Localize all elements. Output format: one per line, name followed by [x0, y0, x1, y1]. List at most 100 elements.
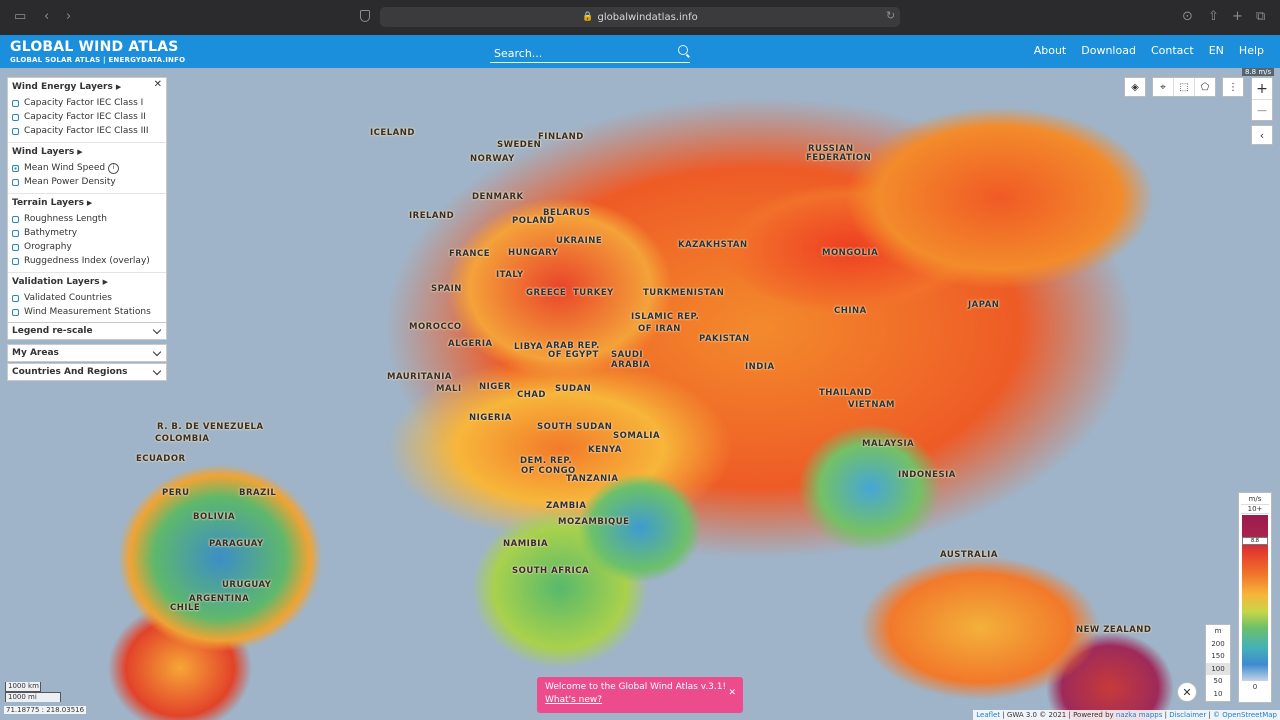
checkbox[interactable] — [12, 294, 19, 302]
reload-icon[interactable]: ↻ — [886, 9, 895, 22]
nav-about[interactable]: About — [1034, 44, 1067, 57]
nav-language[interactable]: EN — [1209, 44, 1224, 57]
nazka-link[interactable]: nazka mapps — [1116, 711, 1163, 719]
map-label: MOZAMBIQUE — [558, 517, 630, 527]
map-label: TANZANIA — [566, 474, 619, 484]
draw-rectangle-icon[interactable]: ⬚ — [1173, 78, 1194, 96]
layer-option[interactable]: Validated Countries — [12, 291, 162, 305]
wind-speed-map[interactable]: ICELAND FINLAND SWEDEN NORWAY RUSSIAN FEDERAT… — [0, 68, 1280, 720]
layer-option[interactable]: Orography — [12, 240, 162, 254]
height-option[interactable]: 200 — [1206, 638, 1230, 651]
privacy-shield-icon[interactable] — [360, 10, 370, 22]
my-areas-dropdown[interactable]: My Areas — [7, 344, 167, 362]
legend-rescale-dropdown[interactable]: Legend re-scale — [7, 322, 167, 340]
close-icon: ✕ — [1182, 685, 1192, 699]
option-label: Bathymetry — [24, 228, 78, 238]
checkbox[interactable] — [12, 257, 19, 265]
map-label: SOUTH SUDAN — [537, 422, 613, 432]
section-title[interactable]: Validation Layers ▶ — [12, 277, 162, 287]
height-option-selected[interactable]: 100 — [1206, 662, 1230, 675]
close-icon[interactable]: ✕ — [154, 79, 162, 90]
download-icon[interactable]: ⊙ — [1182, 9, 1193, 24]
checkbox[interactable] — [12, 229, 19, 237]
checkbox[interactable] — [12, 127, 19, 135]
close-button[interactable]: ✕ — [1177, 682, 1197, 702]
draw-tools: ⌖ ⬚ ⬠ — [1152, 77, 1216, 97]
map-label: BOLIVIA — [193, 512, 236, 522]
height-option[interactable]: 10 — [1206, 688, 1230, 701]
countries-regions-dropdown[interactable]: Countries And Regions — [7, 363, 167, 381]
more-options-icon[interactable]: ⋮ — [1223, 78, 1243, 96]
checkbox[interactable] — [12, 308, 19, 316]
brand-subtitle[interactable]: GLOBAL SOLAR ATLAS | ENERGYDATA.INFO — [10, 56, 185, 64]
map-label: HUNGARY — [508, 248, 559, 258]
checkbox[interactable] — [12, 215, 19, 223]
layer-option[interactable]: Wind Measurement Stations — [12, 305, 162, 319]
checkbox[interactable] — [12, 113, 19, 121]
expand-icon: ▶ — [102, 278, 109, 286]
layer-option[interactable]: Mean Power Density — [12, 175, 162, 189]
layer-option[interactable]: Capacity Factor IEC Class II — [12, 110, 162, 124]
map-label: DENMARK — [472, 192, 524, 202]
disclaimer-link[interactable]: Disclaimer — [1169, 711, 1206, 719]
map-label: UKRAINE — [556, 236, 603, 246]
map-label: LIBYA — [514, 342, 544, 352]
powered-by: Powered by — [1073, 711, 1114, 719]
checkbox[interactable] — [12, 243, 19, 251]
checkbox[interactable] — [12, 164, 19, 172]
height-option[interactable]: 50 — [1206, 675, 1230, 688]
map-label: PARAGUAY — [209, 539, 264, 549]
forward-icon[interactable]: › — [66, 9, 71, 24]
draw-polygon-icon[interactable]: ⬠ — [1194, 78, 1215, 96]
section-title[interactable]: Terrain Layers ▶ — [12, 198, 162, 208]
checkbox[interactable] — [12, 178, 19, 186]
map-label: KENYA — [588, 445, 622, 455]
zoom-control: + − — [1251, 77, 1273, 121]
brand-title[interactable]: GLOBAL WIND ATLAS — [10, 39, 179, 55]
whats-new-link[interactable]: What's new? — [545, 695, 735, 705]
search-icon[interactable] — [678, 45, 688, 55]
zoom-out-button[interactable]: − — [1252, 99, 1272, 121]
section-terrain-layers: Terrain Layers ▶ Roughness Length Bathyme… — [8, 194, 166, 273]
layer-option[interactable]: Capacity Factor IEC Class I — [12, 96, 162, 110]
map-label: MALAYSIA — [862, 439, 915, 449]
info-icon[interactable]: i — [108, 162, 120, 174]
toast-close-icon[interactable]: ✕ — [728, 688, 736, 698]
nav-download[interactable]: Download — [1081, 44, 1136, 57]
chevron-down-icon — [152, 325, 162, 335]
layer-option[interactable]: Mean Wind Speed i — [12, 161, 162, 175]
new-tab-icon[interactable]: + — [1232, 9, 1243, 24]
zoom-in-button[interactable]: + — [1252, 78, 1272, 99]
legend-max: 10+ — [1241, 504, 1269, 514]
chevron-down-icon — [152, 347, 162, 357]
map-label: CHINA — [834, 306, 867, 316]
checkbox[interactable] — [12, 99, 19, 107]
layer-option[interactable]: Bathymetry — [12, 226, 162, 240]
section-title[interactable]: Wind Layers ▶ — [12, 147, 162, 157]
back-icon[interactable]: ‹ — [44, 9, 49, 24]
top-nav: About Download Contact EN Help — [1019, 44, 1264, 57]
osm-link[interactable]: © OpenStreetMap — [1213, 711, 1277, 719]
address-bar[interactable]: 🔒 globalwindatlas.info — [380, 7, 900, 27]
nav-contact[interactable]: Contact — [1151, 44, 1194, 57]
nav-help[interactable]: Help — [1239, 44, 1264, 57]
tabs-overview-icon[interactable]: ⧉ — [1256, 9, 1265, 24]
layer-option[interactable]: Capacity Factor IEC Class III — [12, 124, 162, 138]
map-pin-icon[interactable]: ⌖ — [1153, 78, 1173, 96]
section-title[interactable]: Wind Energy Layers ▶ — [12, 82, 162, 92]
search-input[interactable] — [490, 45, 678, 62]
sidebar-toggle-icon[interactable]: ▭ — [14, 9, 26, 24]
collapse-panel-button[interactable]: ‹ — [1251, 125, 1273, 145]
map-label: CHAD — [517, 390, 546, 400]
height-option[interactable]: 150 — [1206, 650, 1230, 663]
layer-option[interactable]: Ruggedness Index (overlay) — [12, 254, 162, 268]
wind-speed-legend: m/s 10+ 8.8 0 — [1238, 492, 1272, 703]
legend-min: 0 — [1252, 683, 1258, 691]
option-label: Capacity Factor IEC Class II — [24, 112, 146, 122]
layers-icon[interactable]: ◈ — [1125, 78, 1145, 96]
leaflet-link[interactable]: Leaflet — [976, 711, 1000, 719]
map-label: NAMIBIA — [503, 539, 549, 549]
share-icon[interactable]: ⇧ — [1208, 9, 1219, 24]
layer-option[interactable]: Roughness Length — [12, 212, 162, 226]
cursor-readout: 8.8 m/s — [1242, 68, 1275, 76]
